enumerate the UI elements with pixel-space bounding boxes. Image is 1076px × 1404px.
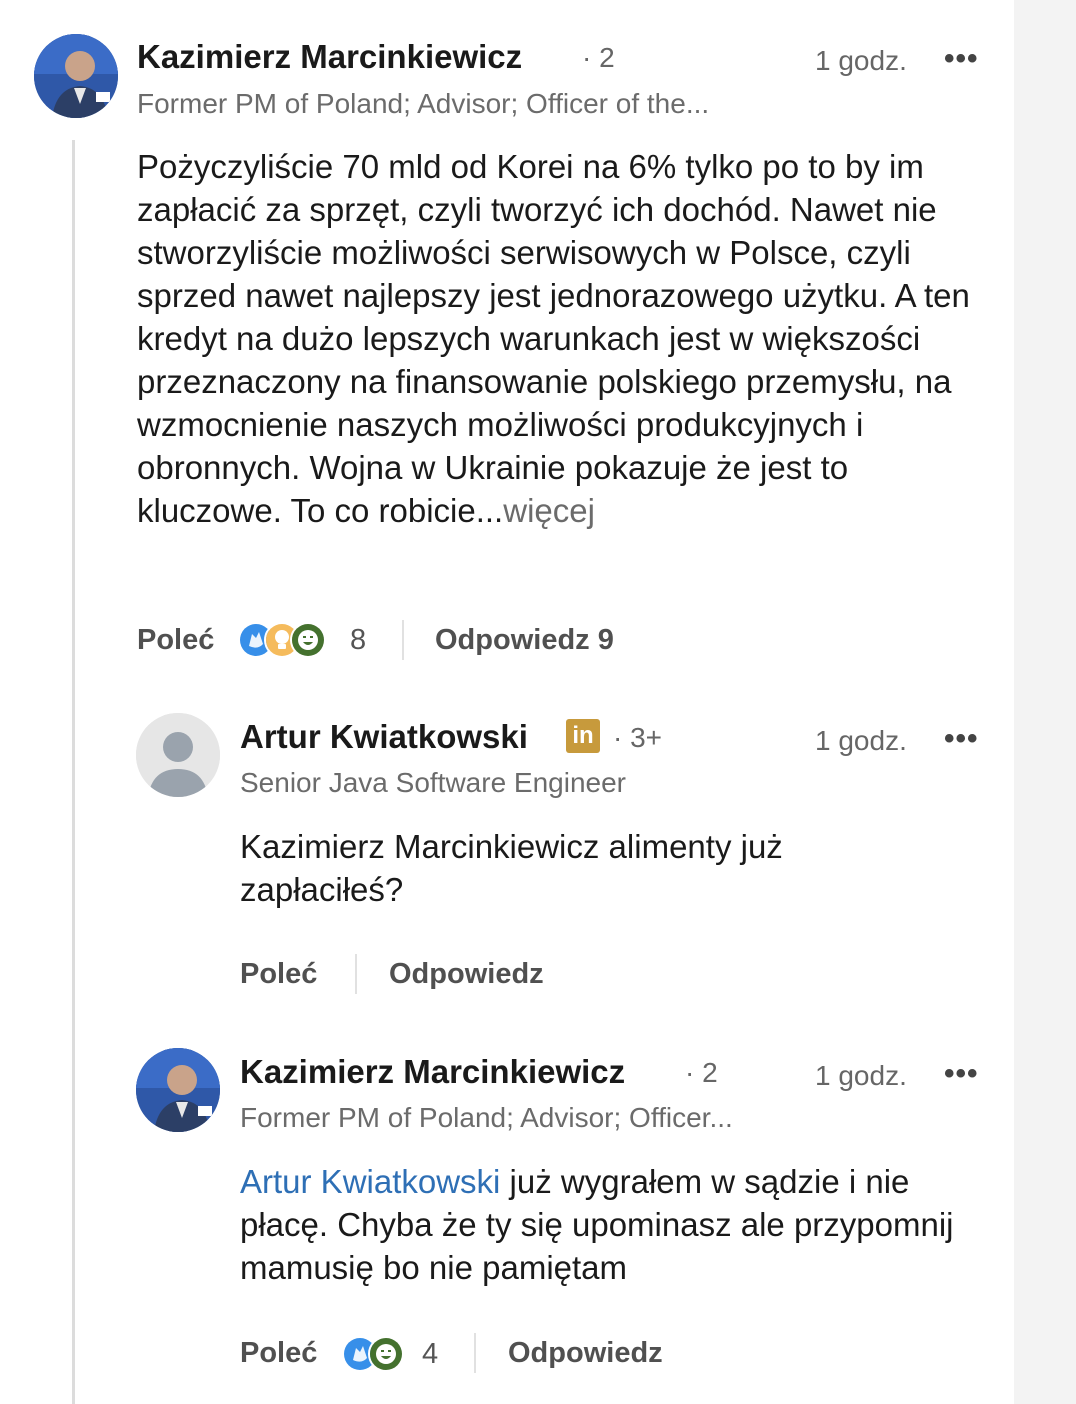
more-options-icon[interactable]: ••• bbox=[944, 1057, 979, 1091]
timestamp: 1 godz. bbox=[815, 1060, 907, 1091]
author-name[interactable]: Kazimierz Marcinkiewicz bbox=[137, 38, 522, 76]
reaction-count[interactable]: 8 bbox=[350, 624, 366, 657]
comment-body: Pożyczyliście 70 mld od Korei na 6% tylk… bbox=[137, 148, 970, 529]
more-options-icon[interactable]: ••• bbox=[944, 722, 979, 756]
connection-degree: · 2 bbox=[685, 1057, 718, 1088]
more-options-icon[interactable]: ••• bbox=[944, 42, 979, 76]
avatar[interactable] bbox=[136, 1048, 220, 1132]
action-divider bbox=[474, 1333, 476, 1373]
author-headline: Senior Java Software Engineer bbox=[240, 767, 626, 798]
page-margin bbox=[1014, 0, 1076, 1404]
thread-line bbox=[72, 140, 75, 1404]
reply-button[interactable]: Odpowiedz 9 bbox=[435, 624, 614, 657]
avatar-photo bbox=[136, 1048, 220, 1132]
author-headline: Former PM of Poland; Advisor; Officer... bbox=[240, 1102, 733, 1133]
like-button[interactable]: Poleć bbox=[240, 1337, 317, 1370]
action-divider bbox=[402, 620, 404, 660]
laugh-icon bbox=[290, 622, 326, 658]
comment-text: Artur Kwiatkowski już wygrałem w sądzie … bbox=[240, 1160, 1000, 1289]
avatar[interactable] bbox=[136, 713, 220, 797]
like-button[interactable]: Poleć bbox=[137, 624, 214, 657]
reaction-count[interactable]: 4 bbox=[422, 1338, 438, 1371]
timestamp: 1 godz. bbox=[815, 725, 907, 756]
default-avatar-icon bbox=[136, 713, 220, 797]
action-divider bbox=[355, 954, 357, 994]
reply-button[interactable]: Odpowiedz bbox=[508, 1337, 663, 1370]
author-name[interactable]: Kazimierz Marcinkiewicz bbox=[240, 1053, 625, 1091]
laugh-icon bbox=[368, 1336, 404, 1372]
author-headline: Former PM of Poland; Advisor; Officer of… bbox=[137, 88, 710, 119]
reactions[interactable] bbox=[342, 1336, 422, 1372]
comment-text: Kazimierz Marcinkiewicz alimenty już zap… bbox=[240, 828, 783, 908]
like-button[interactable]: Poleć bbox=[240, 958, 317, 991]
mention-link[interactable]: Artur Kwiatkowski bbox=[240, 1163, 500, 1200]
linkedin-premium-icon: in bbox=[566, 719, 600, 753]
comment-text: Pożyczyliście 70 mld od Korei na 6% tylk… bbox=[137, 145, 987, 532]
avatar[interactable] bbox=[34, 34, 118, 118]
timestamp: 1 godz. bbox=[815, 45, 907, 76]
avatar-photo bbox=[34, 34, 118, 118]
reply-button[interactable]: Odpowiedz bbox=[389, 958, 544, 991]
connection-degree: · 2 bbox=[582, 42, 615, 73]
author-name[interactable]: Artur Kwiatkowski bbox=[240, 718, 528, 756]
see-more-link[interactable]: więcej bbox=[503, 492, 595, 529]
connection-degree: · 3+ bbox=[613, 722, 663, 753]
reactions[interactable] bbox=[238, 622, 342, 658]
